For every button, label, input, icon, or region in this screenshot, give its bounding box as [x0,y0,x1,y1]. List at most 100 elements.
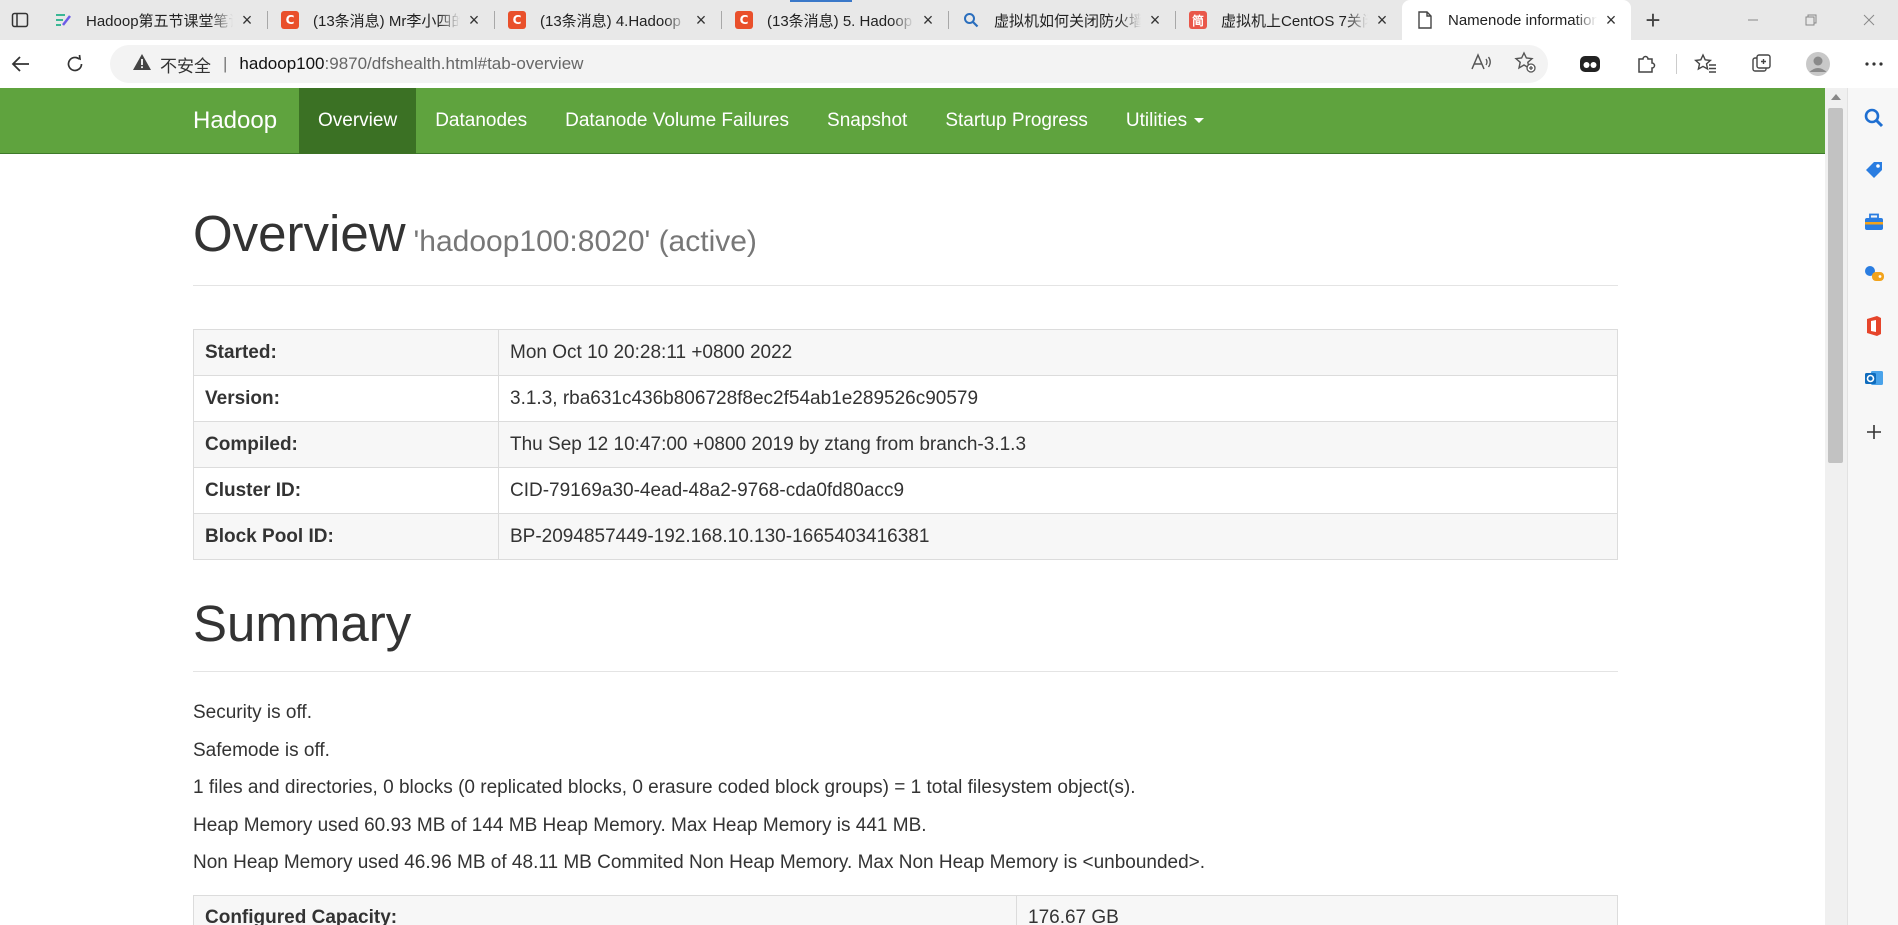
row-value: 176.67 GB [1016,895,1618,925]
new-tab-button[interactable]: + [1631,0,1675,40]
tab-title: (13条消息) Mr李小四的博客 [313,12,460,30]
reload-icon [67,54,83,72]
row-key: Started: [193,329,499,376]
sidebar-search-icon[interactable] [1862,106,1886,130]
tab-actions-button[interactable] [0,0,40,40]
browser-tab[interactable]: Hadoop第五节课堂笔记 × [40,0,267,40]
add-favorite-icon[interactable] [1514,50,1536,78]
summary-line: 1 files and directories, 0 blocks (0 rep… [193,777,1136,798]
browser-toolbar [1562,40,1898,88]
row-key: Block Pool ID: [193,513,499,560]
hadoop-navbar: Hadoop Overview Datanodes Datanode Volum… [0,88,1825,154]
overview-info-table: Started: Mon Oct 10 20:28:11 +0800 2022 … [193,329,1618,560]
warning-icon[interactable] [132,53,152,76]
page-scrollbar[interactable] [1825,88,1847,925]
browser-tab-bar: Hadoop第五节课堂笔记 × C (13条消息) Mr李小四的博客 × C (… [0,0,1898,40]
summary-title: Summary [193,595,412,652]
nav-datanode-volume-failures[interactable]: Datanode Volume Failures [546,88,808,154]
collections-button[interactable] [1734,53,1790,75]
row-key: Cluster ID: [193,467,499,514]
table-row: Started: Mon Oct 10 20:28:11 +0800 2022 [193,329,1618,376]
address-actions [1470,45,1536,83]
minimize-button[interactable] [1724,0,1782,40]
restore-icon [1805,14,1817,26]
row-value: CID-79169a30-4ead-48a2-9768-cda0fd80acc9 [498,467,1618,514]
close-tab-icon[interactable]: × [693,10,709,31]
browser-tab-active[interactable]: Namenode information × [1402,0,1631,40]
close-icon [1863,14,1875,26]
overview-title-text: Overview [193,205,406,262]
tab-title: Namenode information [1448,11,1597,29]
overview-subtitle: 'hadoop100:8020' (active) [413,225,757,258]
shopping-tag-icon[interactable] [1862,158,1886,182]
reload-button[interactable] [48,40,102,88]
close-tab-icon[interactable]: × [1374,10,1390,31]
collections-icon [1752,54,1771,72]
row-key: Compiled: [193,421,499,468]
tab-title: (13条消息) 5. Hadoop [767,12,913,30]
browser-tab[interactable]: 简 虚拟机上CentOS 7关闭 × [1175,0,1402,40]
tab-actions-icon [11,12,29,28]
table-row: Compiled: Thu Sep 12 10:47:00 +0800 2019… [193,421,1618,468]
back-arrow-icon [11,56,29,72]
loading-indicator [790,0,852,2]
back-button[interactable] [0,40,42,88]
nav-utilities-label: Utilities [1125,110,1188,131]
csdn-icon: C [508,11,526,29]
overview-title: Overview'hadoop100:8020' (active) [193,204,1618,272]
url-path: :9870/dfshealth.html#tab-overview [324,54,584,73]
url-host: hadoop100 [239,54,325,73]
row-value: 3.1.3, rba631c436b806728f8ec2f54ab1e2895… [498,375,1618,422]
close-tab-icon[interactable]: × [466,10,482,31]
nav-snapshot[interactable]: Snapshot [808,88,926,154]
address-input[interactable]: 不安全 | hadoop100 :9870/dfshealth.html#tab… [110,45,1548,83]
browser-tab[interactable]: C (13条消息) Mr李小四的博客 × [267,0,494,40]
browser-tab[interactable]: 虚拟机如何关闭防火墙 × [948,0,1175,40]
more-icon [1865,62,1883,66]
add-sidebar-icon[interactable] [1862,420,1886,444]
nav-utilities-dropdown[interactable]: Utilities [1107,88,1223,154]
browser-tab[interactable]: C (13条消息) 4.Hadoop × [494,0,721,40]
nav-menu: Overview Datanodes Datanode Volume Failu… [299,88,1223,154]
nav-datanodes[interactable]: Datanodes [416,88,546,154]
plus-icon: + [1645,4,1661,35]
puzzle-icon [1638,55,1656,73]
browser-tab[interactable]: C (13条消息) 5. Hadoop × [721,0,948,40]
address-separator: | [223,54,228,73]
jianshu-icon: 简 [1189,11,1207,29]
scroll-up-arrow-icon[interactable] [1831,94,1841,100]
scrollbar-thumb[interactable] [1828,108,1843,463]
extension-button[interactable] [1562,54,1618,74]
restore-button[interactable] [1782,0,1840,40]
insecure-label[interactable]: 不安全 [160,52,211,77]
games-icon[interactable] [1862,262,1886,286]
office-icon[interactable] [1862,314,1886,338]
favorites-icon [1694,53,1716,73]
row-key: Version: [193,375,499,422]
document-icon [1416,11,1434,29]
edge-sidebar [1847,88,1898,925]
hadoop-brand-link[interactable]: Hadoop [193,88,277,154]
row-value: Thu Sep 12 10:47:00 +0800 2019 by ztang … [498,421,1618,468]
settings-menu-button[interactable] [1846,61,1898,67]
profile-button[interactable] [1790,51,1846,77]
close-tab-icon[interactable]: × [920,10,936,31]
window-controls [1724,0,1898,40]
row-key: Configured Capacity: [193,895,1017,925]
extension-app-icon [1580,56,1600,72]
tools-briefcase-icon[interactable] [1862,210,1886,234]
outlook-icon[interactable] [1862,366,1886,390]
table-row: Configured Capacity: 176.67 GB [193,895,1618,925]
summary-line: Non Heap Memory used 46.96 MB of 48.11 M… [193,852,1206,873]
close-tab-icon[interactable]: × [1147,10,1163,31]
page-viewport: Hadoop Overview Datanodes Datanode Volum… [0,88,1825,925]
nav-startup-progress[interactable]: Startup Progress [926,88,1107,154]
favorites-button[interactable] [1678,53,1734,75]
close-tab-icon[interactable]: × [239,10,255,31]
read-aloud-icon[interactable] [1470,52,1492,77]
nav-overview[interactable]: Overview [299,88,417,154]
close-tab-icon[interactable]: × [1603,10,1619,31]
close-window-button[interactable] [1840,0,1898,40]
extensions-button[interactable] [1618,53,1674,75]
summary-line: Security is off. [193,702,312,723]
